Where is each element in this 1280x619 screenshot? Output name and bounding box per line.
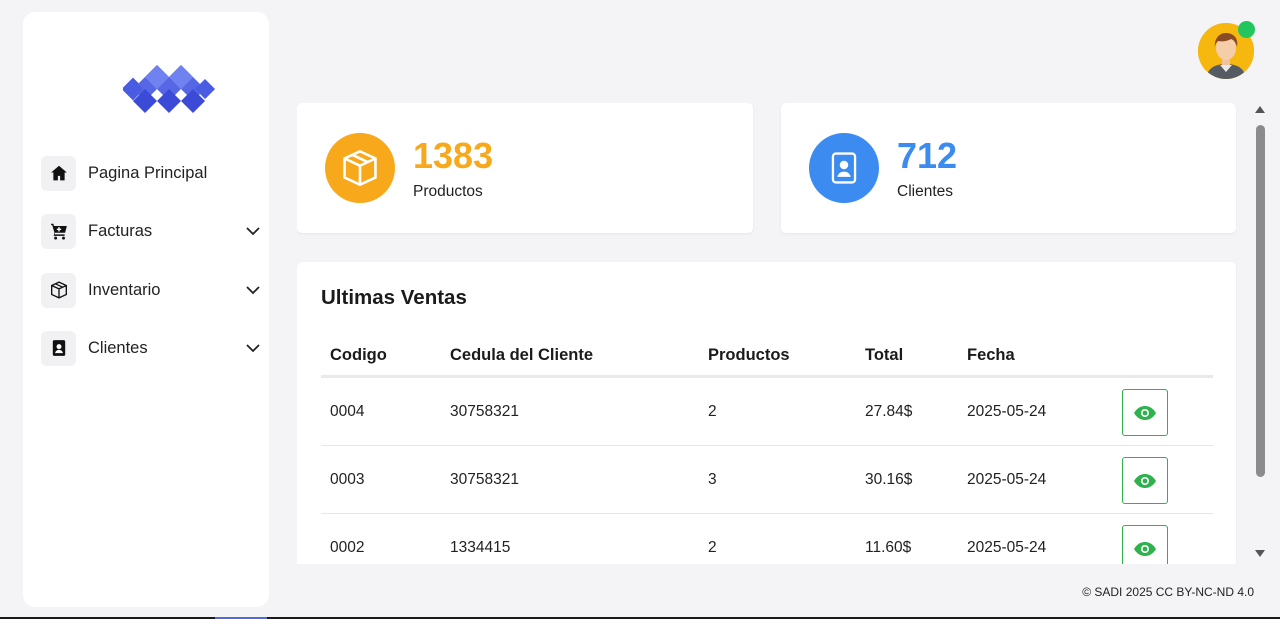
- cell-cedula: 1334415: [450, 539, 511, 556]
- column-header: Productos: [708, 346, 790, 364]
- cell-productos: 3: [708, 471, 717, 488]
- person-badge-icon: [41, 330, 76, 366]
- box-icon: [41, 272, 76, 308]
- sidebar-item-facturas[interactable]: Facturas: [41, 212, 261, 250]
- footer-copyright: © SADI 2025 CC BY-NC-ND 4.0: [1082, 585, 1254, 599]
- scrollbar-thumb[interactable]: [1256, 125, 1265, 477]
- column-header: Cedula del Cliente: [450, 346, 594, 364]
- stat-label: Clientes: [897, 183, 953, 200]
- eye-icon: [1134, 473, 1156, 488]
- ultimas-ventas-card: Ultimas Ventas Codigo Cedula del Cliente…: [297, 262, 1236, 564]
- table-row: 0003 30758321 3 30.16$ 2025-05-24: [321, 446, 1213, 514]
- box-icon: [343, 149, 377, 187]
- stat-icon-circle: [325, 133, 395, 203]
- home-icon: [41, 155, 76, 191]
- cell-cedula: 30758321: [450, 471, 519, 488]
- stat-card-clientes: 712 Clientes: [781, 103, 1236, 233]
- cell-fecha: 2025-05-24: [967, 539, 1047, 556]
- sidebar-item-label: Clientes: [88, 338, 148, 357]
- sidebar-item-inventario[interactable]: Inventario: [41, 271, 261, 309]
- sales-table: Codigo Cedula del Cliente Productos Tota…: [321, 338, 1213, 564]
- stat-card-productos: 1383 Productos: [297, 103, 753, 233]
- cell-cedula: 30758321: [450, 403, 519, 420]
- scroll-up-arrow-icon[interactable]: [1255, 106, 1265, 113]
- eye-icon: [1134, 541, 1156, 556]
- column-header: Total: [865, 346, 904, 364]
- online-status-dot: [1238, 21, 1255, 38]
- cell-codigo: 0003: [330, 471, 365, 488]
- column-header: Fecha: [967, 346, 1015, 364]
- sidebar-item-label: Inventario: [88, 280, 161, 299]
- eye-icon: [1134, 405, 1156, 420]
- vertical-scrollbar[interactable]: [1252, 103, 1268, 564]
- cell-total: 30.16$: [865, 471, 913, 488]
- stat-value: 1383: [413, 135, 494, 176]
- stat-icon-circle: [809, 133, 879, 203]
- chevron-down-icon[interactable]: [245, 223, 261, 239]
- logo[interactable]: [121, 59, 215, 119]
- sidebar-item-clientes[interactable]: Clientes: [41, 329, 261, 367]
- view-sale-button[interactable]: [1122, 389, 1168, 436]
- chevron-down-icon[interactable]: [245, 340, 261, 356]
- sidebar-item-pagina-principal[interactable]: Pagina Principal: [41, 154, 261, 192]
- cell-fecha: 2025-05-24: [967, 403, 1047, 420]
- stat-label: Productos: [413, 183, 483, 200]
- person-badge-icon: [831, 152, 857, 184]
- stat-value: 712: [897, 135, 958, 176]
- section-title: Ultimas Ventas: [321, 286, 467, 309]
- sidebar-item-label: Facturas: [88, 221, 153, 240]
- column-header: Codigo: [330, 346, 387, 364]
- scroll-down-arrow-icon[interactable]: [1255, 550, 1265, 557]
- cell-total: 27.84$: [865, 403, 913, 420]
- main-content: 1383 Productos 712 Clientes Ultimas Vent…: [297, 103, 1237, 564]
- cell-total: 11.60$: [865, 539, 912, 556]
- cart-plus-icon: [41, 213, 76, 249]
- chevron-down-icon[interactable]: [245, 282, 261, 298]
- cell-codigo: 0004: [330, 403, 365, 420]
- table-row: 0002 1334415 2 11.60$ 2025-05-24: [321, 514, 1213, 564]
- sidebar-item-label: Pagina Principal: [88, 163, 208, 182]
- app-root: Pagina Principal Facturas Inventario Cli…: [0, 0, 1280, 619]
- table-header: Codigo Cedula del Cliente Productos Tota…: [321, 338, 1213, 378]
- view-sale-button[interactable]: [1122, 457, 1168, 504]
- sidebar: Pagina Principal Facturas Inventario Cli…: [23, 12, 269, 607]
- view-sale-button[interactable]: [1122, 525, 1168, 564]
- table-row: 0004 30758321 2 27.84$ 2025-05-24: [321, 378, 1213, 446]
- cell-productos: 2: [708, 539, 717, 556]
- cell-fecha: 2025-05-24: [967, 471, 1047, 488]
- cell-productos: 2: [708, 403, 717, 420]
- cell-codigo: 0002: [330, 539, 365, 556]
